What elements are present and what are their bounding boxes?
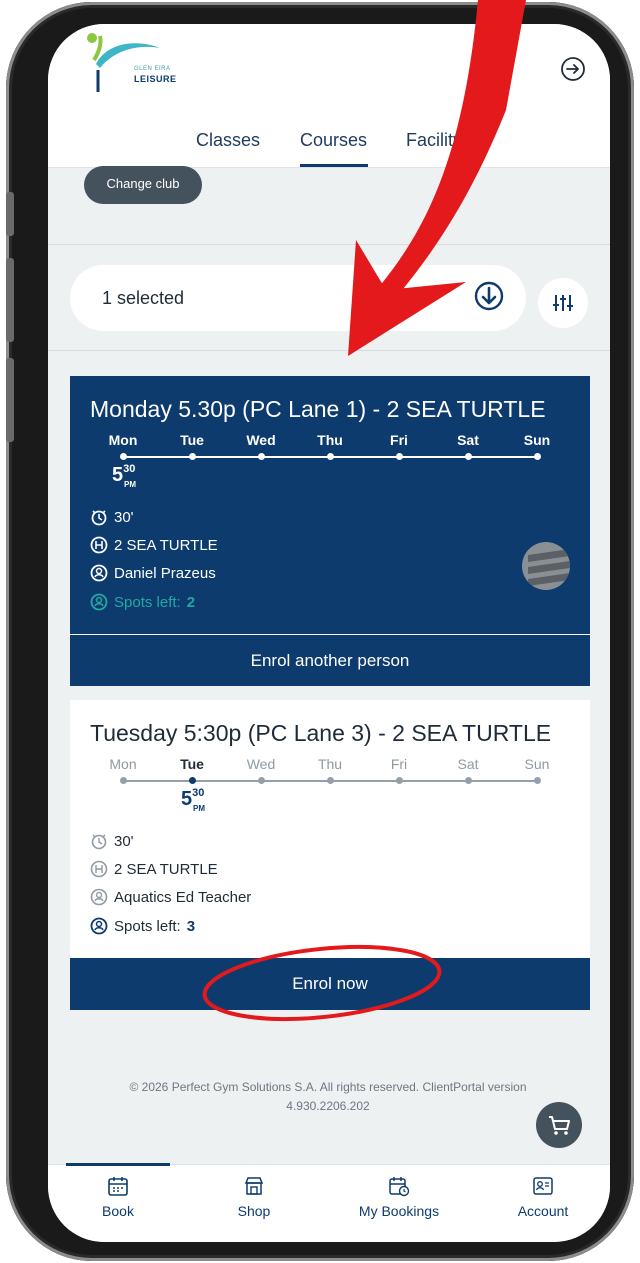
divider [48, 244, 610, 245]
shopping-cart-icon [549, 1116, 570, 1135]
instructor-row: Daniel Prazeus [90, 564, 216, 582]
instructor-icon [90, 888, 108, 906]
enrol-now-button[interactable]: Enrol now [70, 958, 590, 1010]
shop-icon [244, 1177, 264, 1195]
tab-courses[interactable]: Courses [300, 130, 367, 151]
day-label: Mon [108, 432, 138, 448]
divider [48, 350, 610, 351]
app-header: GLEN EIRA LEISURE [48, 24, 610, 110]
course-card[interactable]: Monday 5.30p (PC Lane 1) - 2 SEA TURTLE … [70, 376, 590, 686]
nav-book[interactable]: Book [94, 1175, 142, 1219]
day-label: Fri [390, 756, 408, 772]
day-label: Thu [317, 756, 343, 772]
timeline-dot [396, 777, 403, 784]
instructor-avatar [522, 542, 570, 590]
session-time: 530 PM [112, 463, 136, 489]
tab-facility[interactable]: Facility [406, 130, 462, 151]
day-label: Fri [390, 432, 408, 448]
category-tabs: Classes Courses Facility [48, 110, 610, 168]
calendar-icon [108, 1177, 128, 1196]
level-icon [90, 860, 108, 878]
nav-account[interactable]: Account [508, 1175, 578, 1219]
download-arrow-icon[interactable] [472, 279, 506, 313]
filter-dropdown[interactable]: 1 selected [70, 265, 526, 331]
session-time: 530 PM [181, 787, 205, 813]
logo-swoosh-icon [87, 33, 160, 92]
day-label: Sat [457, 756, 479, 772]
timeline-dot [189, 777, 196, 784]
day-label: Mon [109, 756, 137, 772]
timeline-dot [258, 453, 265, 460]
alarm-clock-icon [91, 834, 107, 850]
level-icon [90, 536, 108, 554]
instructor-row: Aquatics Ed Teacher [90, 888, 251, 906]
phone-side-button [6, 192, 14, 236]
filter-settings-button[interactable] [538, 278, 588, 328]
sliders-icon [553, 295, 573, 311]
duration-row: 30' [90, 508, 134, 526]
weekday-timeline: Mon Tue Wed Thu Fri Sat Sun 530 PM [90, 756, 570, 816]
spots-left-row: Spots left: 3 [90, 917, 195, 935]
spots-left-row: Spots left: 2 [90, 593, 195, 611]
timeline-dot [258, 777, 265, 784]
level-row: 2 SEA TURTLE [90, 536, 218, 554]
day-label: Tue [180, 432, 204, 448]
course-title: Tuesday 5:30p (PC Lane 3) - 2 SEA TURTLE [90, 720, 552, 746]
nav-shop[interactable]: Shop [226, 1175, 282, 1219]
logo-text-big: LEISURE [134, 74, 177, 84]
spots-icon [90, 593, 108, 611]
duration-row: 30' [90, 832, 134, 850]
timeline-dot [465, 453, 472, 460]
timeline-dot [120, 777, 127, 784]
id-card-icon [533, 1177, 553, 1195]
app-screen: GLEN EIRA LEISURE Classes Courses Facili… [48, 24, 610, 1242]
spots-icon [90, 917, 108, 935]
instructor-icon [90, 564, 108, 582]
weekday-timeline: Mon Tue Wed Thu Fri Sat Sun 530 PM [90, 432, 570, 492]
day-label: Tue [180, 756, 204, 772]
day-label: Sun [523, 432, 551, 448]
day-label: Wed [246, 432, 276, 448]
phone-volume-down [6, 358, 14, 442]
timeline-dot [465, 777, 472, 784]
timeline-dot [396, 453, 403, 460]
course-card[interactable]: Tuesday 5:30p (PC Lane 3) - 2 SEA TURTLE… [70, 700, 590, 1010]
logout-icon[interactable] [560, 56, 586, 82]
timeline-dot [327, 453, 334, 460]
enrol-another-person-button[interactable]: Enrol another person [70, 634, 590, 686]
day-label: Wed [246, 756, 276, 772]
change-club-button[interactable]: Change club [84, 166, 202, 204]
timeline-dot [120, 453, 127, 460]
timeline-dot [534, 777, 541, 784]
cart-button[interactable] [536, 1102, 582, 1148]
day-label: Sun [524, 756, 550, 772]
active-tab-indicator [300, 164, 368, 167]
day-label: Thu [317, 432, 343, 448]
nav-my-bookings[interactable]: My Bookings [344, 1175, 454, 1219]
timeline-dot [534, 453, 541, 460]
active-nav-indicator [66, 1163, 170, 1166]
course-title: Monday 5.30p (PC Lane 1) - 2 SEA TURTLE [90, 396, 546, 422]
phone-volume-up [6, 258, 14, 342]
copyright-text: © 2026 Perfect Gym Solutions S.A. All ri… [129, 1080, 527, 1113]
filter-selected-text: 1 selected [102, 288, 185, 308]
alarm-clock-icon [91, 510, 107, 526]
level-row: 2 SEA TURTLE [90, 860, 218, 878]
day-label: Sat [457, 432, 479, 448]
calendar-clock-icon [389, 1177, 410, 1197]
timeline-dot [189, 453, 196, 460]
timeline-dot [327, 777, 334, 784]
phone-frame: GLEN EIRA LEISURE Classes Courses Facili… [6, 2, 634, 1261]
logo-text-small: GLEN EIRA [134, 66, 171, 72]
bottom-navigation: Book Shop My Bookings Account [48, 1163, 610, 1242]
tab-classes[interactable]: Classes [196, 130, 260, 151]
brand-logo[interactable]: GLEN EIRA LEISURE [82, 30, 176, 100]
